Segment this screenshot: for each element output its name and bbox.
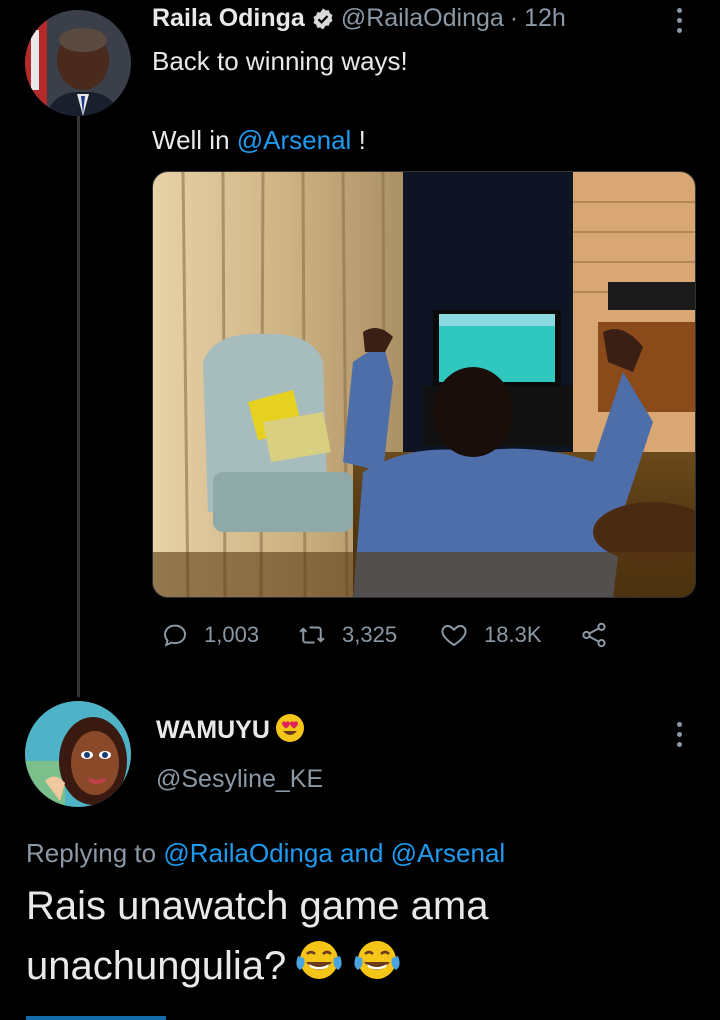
retweet-button[interactable]: 3,325 [296,620,397,650]
replying-to-prefix: Replying to [26,838,164,868]
reply-header-name: WAMUYU [156,712,306,749]
reply-author-handle[interactable]: @Sesyline_KE [156,765,323,794]
replying-mention-arsenal[interactable]: @Arsenal [391,838,506,868]
tweet-photo[interactable] [152,171,696,598]
replying-to: Replying to @RailaOdinga and @Arsenal [26,838,505,869]
replying-mention-raila[interactable]: @RailaOdinga [163,838,332,868]
tweet-text-prefix: Well in [152,125,237,155]
tweet-actions: 1,003 3,325 18.3K [160,620,620,654]
reply-count: 1,003 [204,622,260,647]
reply-avatar-photo [25,701,131,807]
author-handle[interactable]: @RailaOdinga [341,4,504,33]
reply-author-avatar[interactable] [25,701,131,807]
reply-text-line1: Rais unawatch game ama [26,884,489,928]
heart-icon [441,624,467,647]
retweet-count: 3,325 [342,622,398,647]
joy-emoji-2 [352,936,402,995]
replying-and: and [332,838,391,868]
share-button[interactable] [578,620,610,655]
reply-text-line2: unachungulia? [26,936,402,995]
tweet-text-suffix: ! [351,125,366,155]
reply-text-line2-text: unachungulia? [26,943,287,988]
tweet-photo-image [153,172,695,597]
reply-icon [163,624,187,647]
tweet-header: Raila Odinga @RailaOdinga · 12h [152,4,566,33]
tweet-time[interactable]: 12h [524,4,566,33]
separator-dot: · [509,4,519,32]
reply-button[interactable]: 1,003 [160,620,259,650]
reply-more-options-icon[interactable] [677,722,683,747]
author-avatar[interactable] [25,10,131,116]
like-count: 18.3K [484,622,542,647]
mention-arsenal[interactable]: @Arsenal [237,125,352,155]
avatar-photo [25,10,131,116]
tweet-text-line2: Well in @Arsenal ! [152,123,366,157]
more-options-icon[interactable] [677,8,683,33]
heart-eyes-emoji [274,712,306,749]
tweet-text-line1: Back to winning ways! [152,46,408,76]
thread-connector-line [77,112,80,697]
joy-emoji [294,936,344,995]
reply-author-name[interactable]: WAMUYU [156,716,270,745]
author-name[interactable]: Raila Odinga [152,4,305,33]
retweet-icon [299,626,325,644]
bottom-link-fragment [26,1016,166,1020]
like-button[interactable]: 18.3K [438,620,542,650]
share-icon [582,622,606,648]
verified-badge-icon [311,7,335,31]
